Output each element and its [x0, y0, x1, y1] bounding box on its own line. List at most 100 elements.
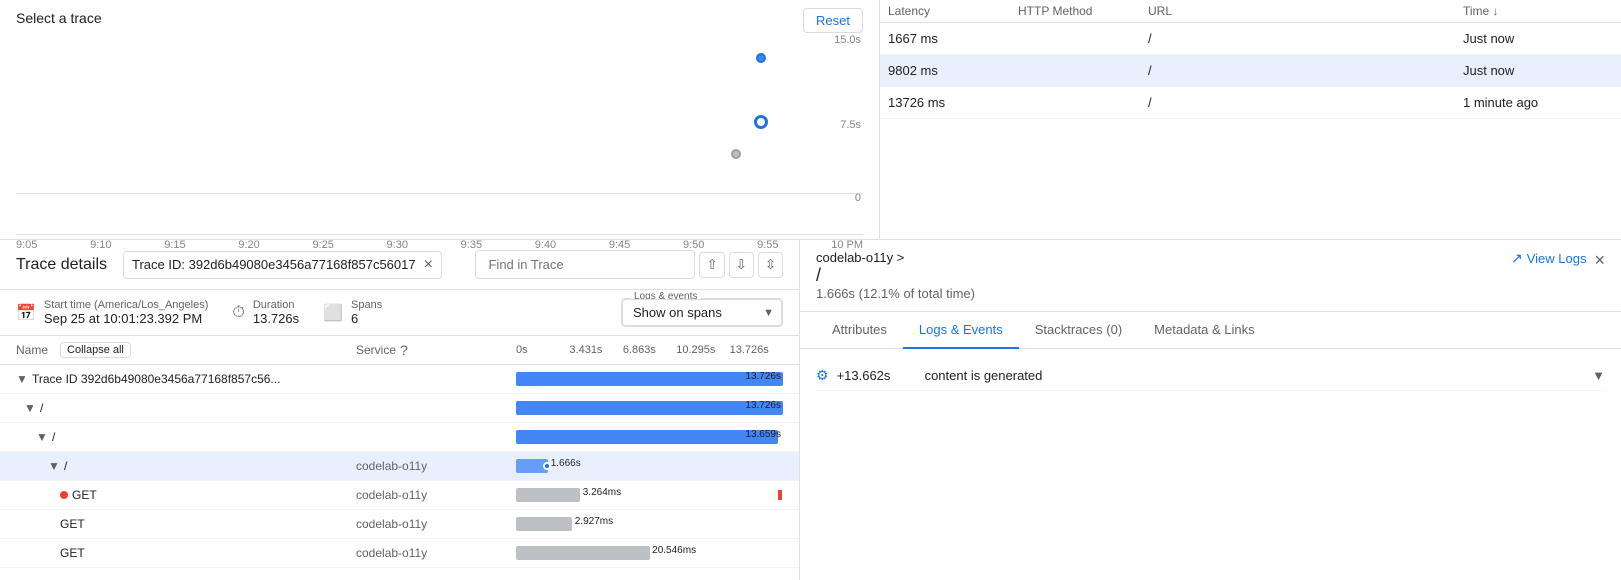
error-dot-icon	[60, 491, 68, 499]
chart-dot-selected[interactable]	[754, 115, 768, 129]
logs-events-dropdown: Logs & events Show on spans Show separat…	[621, 298, 783, 327]
detail-title: /	[816, 265, 1503, 286]
col-method-header[interactable]: HTTP Method	[1018, 4, 1148, 18]
expand-icon[interactable]: ▼	[24, 401, 36, 415]
close-trace-id-button[interactable]: ×	[424, 256, 433, 274]
chart-dot[interactable]	[756, 53, 766, 63]
cell-time: 1 minute ago	[1463, 95, 1613, 110]
spans-label: Spans	[351, 299, 382, 311]
bar-label: 13.726s	[745, 371, 781, 382]
col-url-header[interactable]: URL	[1148, 4, 1463, 18]
table-header: Latency HTTP Method URL Time ↓	[880, 0, 1621, 23]
x-tick: 9:30	[387, 239, 408, 251]
detail-header: codelab-o11y > / 1.666s (12.1% of total …	[800, 240, 1621, 312]
span-timeline: 2.927ms	[516, 514, 783, 534]
expand-icon[interactable]: ▼	[48, 459, 60, 473]
col-time-header[interactable]: Time ↓	[1463, 4, 1613, 18]
span-bar	[516, 488, 580, 502]
table-row[interactable]: 13726 ms / 1 minute ago	[880, 87, 1621, 119]
error-marker	[778, 490, 782, 500]
span-timeline: 13.659s	[516, 427, 783, 447]
detail-tabs: Attributes Logs & Events Stacktraces (0)…	[800, 312, 1621, 349]
table-row[interactable]: 1667 ms / Just now	[880, 23, 1621, 55]
spans-column-header: Name Collapse all Service ? 0s 3.431s 6.…	[0, 336, 799, 365]
event-gear-icon: ⚙	[816, 367, 829, 384]
bar-label: 1.666s	[551, 458, 581, 469]
cell-url: /	[1148, 95, 1463, 110]
logs-events-select[interactable]: Show on spans Show separately Hide	[622, 299, 782, 326]
span-row[interactable]: ▼ Trace ID 392d6b49080e3456a77168f857c56…	[0, 365, 799, 394]
span-service: codelab-o11y	[356, 488, 516, 502]
expand-icon[interactable]: ▼	[36, 430, 48, 444]
span-bar	[516, 546, 650, 560]
event-row[interactable]: ⚙ +13.662s content is generated ▼	[816, 361, 1605, 391]
cell-latency: 9802 ms	[888, 63, 1018, 78]
tab-logs-events[interactable]: Logs & Events	[903, 312, 1019, 349]
span-row[interactable]: ▼ / 13.726s	[0, 394, 799, 423]
find-expand-button[interactable]: ⇳	[758, 252, 783, 278]
span-row[interactable]: ▼ / codelab-o11y 1.666s	[0, 452, 799, 481]
span-bar	[516, 430, 778, 444]
x-tick: 9:35	[461, 239, 482, 251]
page-title: Select a trace	[16, 10, 863, 26]
y-label-top: 15.0s	[834, 34, 861, 46]
x-tick: 9:45	[609, 239, 630, 251]
bar-label: 20.546ms	[652, 545, 696, 556]
collapse-all-button[interactable]: Collapse all	[60, 342, 131, 358]
view-logs-button[interactable]: ↗ View Logs	[1511, 250, 1586, 267]
trace-details-title: Trace details	[16, 256, 107, 274]
service-info-icon[interactable]: ?	[400, 342, 408, 358]
span-service: codelab-o11y	[356, 459, 516, 473]
timeline-tick-3: 10.295s	[676, 344, 729, 356]
span-timeline: 1.666s	[516, 456, 783, 476]
duration-icon: ⏱	[232, 304, 244, 322]
span-service: codelab-o11y	[356, 546, 516, 560]
span-row[interactable]: GET codelab-o11y 3.264ms	[0, 481, 799, 510]
span-row[interactable]: ▼ / 13.659s	[0, 423, 799, 452]
col-latency-header[interactable]: Latency	[888, 4, 1018, 18]
chart-dot-gray[interactable]	[731, 149, 741, 159]
name-column-label: Name	[16, 343, 48, 357]
x-tick: 9:05	[16, 239, 37, 251]
span-timeline: 13.726s	[516, 398, 783, 418]
cell-url: /	[1148, 31, 1463, 46]
span-bar	[516, 372, 783, 386]
close-detail-button[interactable]: ×	[1594, 250, 1605, 271]
expand-icon[interactable]: ▼	[16, 372, 28, 386]
cell-url: /	[1148, 63, 1463, 78]
span-row[interactable]: GET codelab-o11y 20.546ms	[0, 539, 799, 568]
y-label-bot: 0	[855, 192, 861, 204]
tab-metadata-links[interactable]: Metadata & Links	[1138, 312, 1270, 349]
bar-label: 2.927ms	[575, 516, 613, 527]
trace-table: Latency HTTP Method URL Time ↓ 1667 ms /…	[880, 0, 1621, 239]
spans-list: ▼ Trace ID 392d6b49080e3456a77168f857c56…	[0, 365, 799, 580]
tab-attributes[interactable]: Attributes	[816, 312, 903, 349]
x-tick: 9:15	[164, 239, 185, 251]
span-name: Trace ID 392d6b49080e3456a77168f857c56..…	[32, 372, 280, 386]
reset-button[interactable]: Reset	[803, 8, 863, 33]
find-next-button[interactable]: ⇩	[729, 252, 754, 278]
span-timeline: 20.546ms	[516, 543, 783, 563]
bar-label: 3.264ms	[583, 487, 621, 498]
span-service: codelab-o11y	[356, 517, 516, 531]
span-name: /	[40, 401, 43, 415]
span-timeline: 13.726s	[516, 369, 783, 389]
x-tick: 10 PM	[831, 239, 863, 251]
table-row[interactable]: 9802 ms / Just now	[880, 55, 1621, 87]
bar-label: 13.726s	[745, 400, 781, 411]
cell-time: Just now	[1463, 31, 1613, 46]
external-link-icon: ↗	[1511, 250, 1523, 267]
calendar-icon: 📅	[16, 303, 36, 323]
span-row[interactable]: GET codelab-o11y 2.927ms	[0, 510, 799, 539]
find-prev-button[interactable]: ⇧	[699, 252, 724, 278]
timeline-tick-0: 0s	[516, 344, 569, 356]
event-expand-icon[interactable]: ▼	[1592, 368, 1605, 383]
tab-stacktraces[interactable]: Stacktraces (0)	[1019, 312, 1138, 349]
x-tick: 9:25	[312, 239, 333, 251]
x-tick: 9:50	[683, 239, 704, 251]
cell-latency: 13726 ms	[888, 95, 1018, 110]
trace-panel: Trace details Trace ID: 392d6b49080e3456…	[0, 240, 800, 580]
span-timeline: 3.264ms	[516, 485, 783, 505]
span-bar	[516, 401, 783, 415]
event-time: +13.662s	[837, 368, 917, 383]
